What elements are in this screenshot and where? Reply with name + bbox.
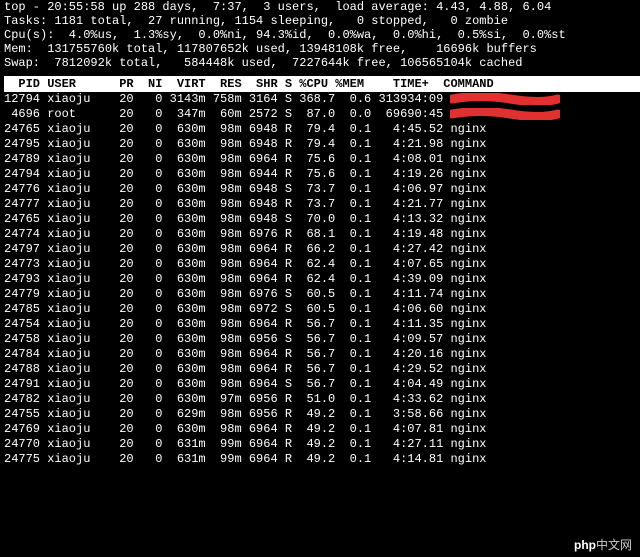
process-row: 24779 xiaoju 20 0 630m 98m 6976 S 60.5 0…: [4, 287, 640, 302]
process-row: 24777 xiaoju 20 0 630m 98m 6948 R 73.7 0…: [4, 197, 640, 212]
process-command: nginx: [450, 422, 486, 436]
process-command: nginx: [450, 242, 486, 256]
process-row: 24770 xiaoju 20 0 631m 99m 6964 R 49.2 0…: [4, 437, 640, 452]
process-command: nginx: [450, 317, 486, 331]
process-command: nginx: [450, 272, 486, 286]
column-headers: PID USER PR NI VIRT RES SHR S %CPU %MEM …: [4, 76, 640, 92]
process-command: nginx: [450, 122, 486, 136]
process-command: nginx: [450, 302, 486, 316]
process-command: nginx: [450, 197, 486, 211]
process-row: 24765 xiaoju 20 0 630m 98m 6948 S 70.0 0…: [4, 212, 640, 227]
process-row: 24755 xiaoju 20 0 629m 98m 6956 R 49.2 0…: [4, 407, 640, 422]
process-row: 24791 xiaoju 20 0 630m 98m 6964 S 56.7 0…: [4, 377, 640, 392]
process-row: 24797 xiaoju 20 0 630m 98m 6964 R 66.2 0…: [4, 242, 640, 257]
process-row: 24754 xiaoju 20 0 630m 98m 6964 R 56.7 0…: [4, 317, 640, 332]
process-row: 24758 xiaoju 20 0 630m 98m 6956 S 56.7 0…: [4, 332, 640, 347]
process-row: 24784 xiaoju 20 0 630m 98m 6964 R 56.7 0…: [4, 347, 640, 362]
summary-cpu: Cpu(s): 4.0%us, 1.3%sy, 0.0%ni, 94.3%id,…: [4, 28, 640, 42]
terminal-output: top - 20:55:58 up 288 days, 7:37, 3 user…: [0, 0, 640, 467]
process-command: nginx: [450, 437, 486, 451]
summary-tasks: Tasks: 1181 total, 27 running, 1154 slee…: [4, 14, 640, 28]
process-row: 24789 xiaoju 20 0 630m 98m 6964 R 75.6 0…: [4, 152, 640, 167]
summary-uptime: top - 20:55:58 up 288 days, 7:37, 3 user…: [4, 0, 640, 14]
process-row: 24782 xiaoju 20 0 630m 97m 6956 R 51.0 0…: [4, 392, 640, 407]
process-row: 24788 xiaoju 20 0 630m 98m 6964 R 56.7 0…: [4, 362, 640, 377]
process-command: nginx: [450, 167, 486, 181]
watermark: php中文网: [574, 539, 632, 551]
process-command: nginx: [450, 377, 486, 391]
process-row: 12794 xiaoju 20 0 3143m 758m 3164 S 368.…: [4, 92, 640, 107]
summary-swap: Swap: 7812092k total, 584448k used, 7227…: [4, 56, 640, 70]
process-row: 24773 xiaoju 20 0 630m 98m 6964 R 62.4 0…: [4, 257, 640, 272]
redaction-marker-icon: [450, 108, 560, 120]
process-row: 24776 xiaoju 20 0 630m 98m 6948 S 73.7 0…: [4, 182, 640, 197]
process-command: nginx: [450, 407, 486, 421]
process-command: nginx: [450, 332, 486, 346]
process-row: 24775 xiaoju 20 0 631m 99m 6964 R 49.2 0…: [4, 452, 640, 467]
process-command: nginx: [450, 182, 486, 196]
redaction-marker-icon: [450, 93, 560, 105]
process-command: nginx: [450, 392, 486, 406]
process-row: 4696 root 20 0 347m 60m 2572 S 87.0 0.0 …: [4, 107, 640, 122]
summary-mem: Mem: 131755760k total, 117807652k used, …: [4, 42, 640, 56]
process-row: 24774 xiaoju 20 0 630m 98m 6976 R 68.1 0…: [4, 227, 640, 242]
watermark-brand: php: [574, 538, 596, 552]
process-command: nginx: [450, 212, 486, 226]
process-row: 24769 xiaoju 20 0 630m 98m 6964 R 49.2 0…: [4, 422, 640, 437]
process-row: 24794 xiaoju 20 0 630m 98m 6944 R 75.6 0…: [4, 167, 640, 182]
process-row: 24793 xiaoju 20 0 630m 98m 6964 R 62.4 0…: [4, 272, 640, 287]
process-command: nginx: [450, 287, 486, 301]
process-command: nginx: [450, 257, 486, 271]
process-command: nginx: [450, 152, 486, 166]
watermark-text: 中文网: [596, 538, 632, 552]
process-list: 12794 xiaoju 20 0 3143m 758m 3164 S 368.…: [4, 92, 640, 467]
process-row: 24785 xiaoju 20 0 630m 98m 6972 S 60.5 0…: [4, 302, 640, 317]
process-command: nginx: [450, 347, 486, 361]
process-command: nginx: [450, 452, 486, 466]
process-row: 24765 xiaoju 20 0 630m 98m 6948 R 79.4 0…: [4, 122, 640, 137]
process-row: 24795 xiaoju 20 0 630m 98m 6948 R 79.4 0…: [4, 137, 640, 152]
process-command: nginx: [450, 227, 486, 241]
process-command: nginx: [450, 362, 486, 376]
process-command: nginx: [450, 137, 486, 151]
